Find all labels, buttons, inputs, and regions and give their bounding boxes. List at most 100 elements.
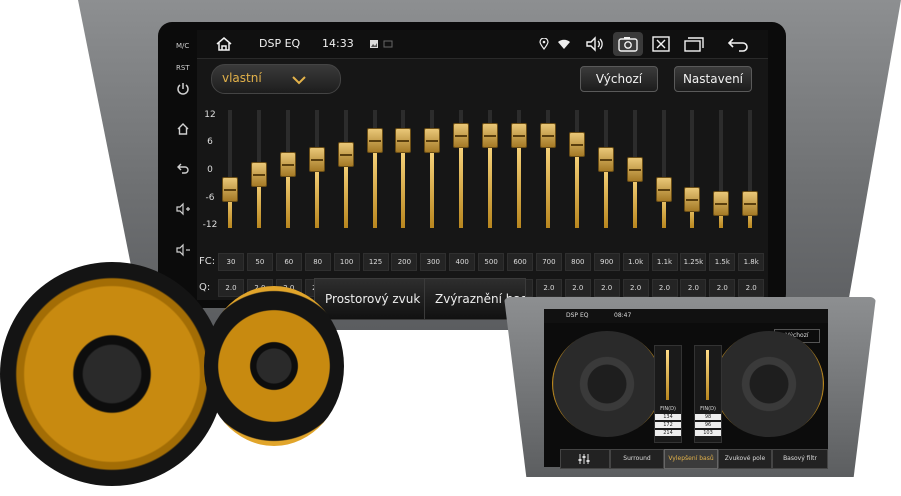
screenshot-button[interactable] — [613, 32, 643, 56]
q-cell[interactable]: 2.0 — [535, 279, 562, 297]
settings-button[interactable]: Nastavení — [674, 66, 752, 92]
fc-cell[interactable]: 80 — [304, 253, 331, 271]
inset-speaker-left-icon — [552, 331, 662, 437]
inset-clock: 08:47 — [614, 312, 632, 319]
fc-cell[interactable]: 50 — [246, 253, 273, 271]
eq-slider-knob[interactable] — [597, 147, 614, 173]
eq-slider-fill — [459, 134, 464, 228]
eq-slider-fill — [517, 134, 521, 228]
eq-slider-knob[interactable] — [395, 127, 412, 153]
inset-tab-bass-enhance[interactable]: Vylepšení basů — [664, 449, 718, 469]
eq-slider-knob[interactable] — [626, 157, 643, 182]
fc-cell[interactable]: 1.0k — [622, 253, 649, 271]
db-scale-label: -6 — [205, 193, 215, 203]
mic-label: M/C — [176, 42, 190, 50]
fc-cell[interactable]: 700 — [535, 253, 562, 271]
home-icon[interactable] — [215, 30, 233, 58]
q-cell[interactable]: 2.0 — [622, 279, 649, 297]
q-cell[interactable]: 2.0 — [564, 279, 591, 297]
eq-slider-knob[interactable] — [713, 191, 730, 217]
fc-cell[interactable]: 125 — [362, 253, 389, 271]
eq-slider-fill — [372, 139, 377, 228]
status-bar: DSP EQ 14:33 — [197, 30, 768, 59]
inset-eq-icon[interactable] — [560, 449, 610, 469]
dsp-eq-screen: DSP EQ 14:33 vlastní Výchozí Nastavení 1… — [197, 30, 768, 300]
app-title: DSP EQ — [259, 37, 301, 50]
preset-selector[interactable]: vlastní — [211, 64, 341, 94]
inset-tab-sound-field[interactable]: Zvukové pole — [718, 449, 772, 469]
eq-slider-knob[interactable] — [539, 122, 556, 148]
eq-slider-knob[interactable] — [424, 127, 441, 153]
eq-slider-fill — [545, 134, 550, 228]
image-icon — [369, 30, 379, 58]
inset-tab-surround[interactable]: Surround — [610, 449, 664, 469]
fc-cell[interactable]: 1.8k — [738, 253, 765, 271]
default-button[interactable]: Výchozí — [580, 66, 658, 92]
usb-icon — [383, 30, 393, 58]
reset-label: RST — [176, 64, 190, 72]
db-scale-label: 6 — [207, 137, 213, 147]
fc-cell[interactable]: 1.1k — [651, 253, 678, 271]
inset-head-unit: DSP EQ 08:47 Výchozí FIN(D) 134 172 214 … — [504, 297, 876, 477]
surround-mode-button[interactable]: Prostorový zvuk — [314, 278, 426, 320]
eq-slider-knob[interactable] — [222, 176, 238, 202]
q-cell[interactable]: 2.0 — [738, 279, 765, 297]
volume-down-icon[interactable] — [174, 243, 192, 259]
db-scale-label: 0 — [207, 165, 213, 175]
eq-slider-knob[interactable] — [308, 147, 325, 173]
speaker-small-icon — [204, 286, 344, 446]
inset-title: DSP EQ — [566, 312, 589, 319]
fc-cell[interactable]: 60 — [275, 253, 302, 271]
q-cell[interactable]: 2.0 — [680, 279, 707, 297]
q-cell[interactable]: 2.0 — [218, 279, 244, 297]
eq-slider-knob[interactable] — [250, 161, 267, 187]
inset-screen: DSP EQ 08:47 Výchozí FIN(D) 134 172 214 … — [544, 309, 828, 469]
inset-left-panel: FIN(D) 134 172 214 — [654, 345, 682, 443]
fc-cell[interactable]: 300 — [420, 253, 447, 271]
q-cell[interactable]: 2.0 — [593, 279, 620, 297]
location-icon — [539, 30, 549, 58]
eq-slider-fill — [430, 139, 435, 228]
fc-cell[interactable]: 600 — [507, 253, 533, 271]
fc-cell[interactable]: 1.25k — [680, 253, 707, 271]
q-cell[interactable]: 2.0 — [651, 279, 678, 297]
fc-cell[interactable]: 30 — [218, 253, 244, 271]
eq-slider-knob[interactable] — [684, 186, 701, 212]
home-icon[interactable] — [174, 122, 192, 138]
eq-slider-knob[interactable] — [279, 152, 296, 178]
power-icon[interactable] — [174, 82, 192, 98]
volume-up-icon[interactable] — [174, 202, 192, 218]
eq-slider-knob[interactable] — [482, 122, 499, 148]
fc-cell[interactable]: 900 — [593, 253, 620, 271]
chevron-down-icon — [292, 74, 306, 88]
fc-cell[interactable]: 1.5k — [709, 253, 736, 271]
fc-cell[interactable]: 200 — [391, 253, 418, 271]
speaker-large-icon — [0, 262, 224, 486]
volume-icon[interactable] — [585, 30, 605, 58]
db-scale-label: -12 — [202, 220, 218, 230]
back-icon[interactable] — [174, 161, 192, 177]
fc-cell[interactable]: 100 — [333, 253, 360, 271]
eq-slider-knob[interactable] — [337, 142, 354, 168]
close-window-icon[interactable] — [652, 30, 670, 58]
preset-label: vlastní — [222, 71, 262, 85]
eq-slider-knob[interactable] — [511, 122, 527, 148]
q-cell[interactable]: 2.0 — [709, 279, 736, 297]
db-scale-label: 12 — [204, 110, 216, 120]
eq-slider-knob[interactable] — [366, 127, 383, 153]
inset-right-panel: FIN(D) 98 96 103 — [694, 345, 722, 443]
fc-cell[interactable]: 400 — [449, 253, 476, 271]
eq-slider-knob[interactable] — [655, 176, 672, 202]
inset-tab-bass-filter[interactable]: Basový filtr — [772, 449, 828, 469]
eq-slider-knob[interactable] — [742, 191, 759, 217]
camera-icon — [618, 37, 638, 52]
eq-slider-knob[interactable] — [568, 132, 585, 158]
eq-slider-knob[interactable] — [453, 122, 470, 148]
wifi-icon — [557, 30, 571, 58]
fc-cell[interactable]: 500 — [478, 253, 505, 271]
back-icon[interactable] — [727, 30, 749, 58]
recent-apps-icon[interactable] — [684, 30, 704, 58]
fc-cell[interactable]: 800 — [564, 253, 591, 271]
inset-speaker-right-icon — [714, 331, 824, 437]
fc-row-label: FC: — [199, 256, 216, 267]
